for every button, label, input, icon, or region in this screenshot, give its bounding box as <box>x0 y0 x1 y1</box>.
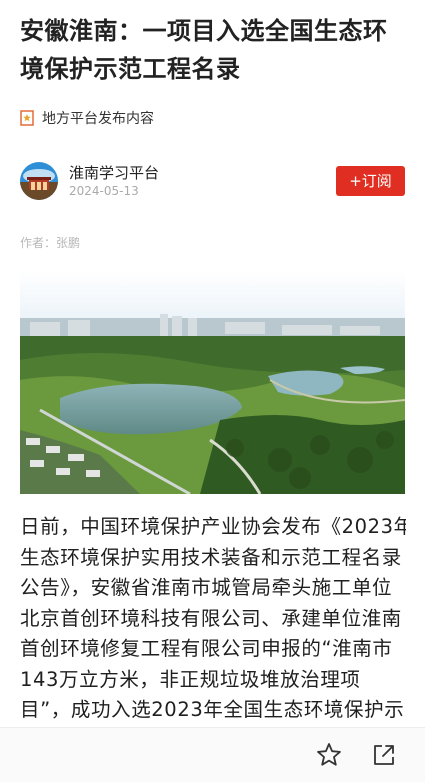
share-icon[interactable] <box>370 741 398 769</box>
article-paragraph-line: 北京首创环境科技有限公司、承建单位淮南 <box>20 606 402 630</box>
article-paragraph-line: 公告》，安徽省淮南市城管局牵头施工单位 <box>20 576 393 599</box>
star-icon[interactable] <box>315 741 343 769</box>
byline: 作者：张鹏 <box>20 236 81 250</box>
article-title: 安徽淮南：一项目入选全国生态环境保护示范工程名录 <box>20 16 388 83</box>
article-paragraph-line: 首创环境修复工程有限公司申报的“淮南市 <box>20 637 393 660</box>
landscape-image <box>20 270 405 494</box>
badge-icon <box>20 110 34 126</box>
subscribe-button[interactable]: +订阅 <box>336 166 405 196</box>
article-body: 日前，中国环境保护产业协会发布《2023年 生态环境保护实用技术装备和示范工程名… <box>20 512 406 727</box>
publisher-name[interactable]: 淮南学习平台 <box>69 162 159 183</box>
publisher-logo-image <box>20 162 58 200</box>
publish-date: 2024-05-13 <box>69 184 139 198</box>
article-paragraph-line: 日前，中国环境保护产业协会发布《2023年 <box>20 515 406 538</box>
article-photo[interactable] <box>20 270 405 494</box>
source-label: 地方平台发布内容 <box>42 111 154 127</box>
bottom-toolbar <box>0 727 425 782</box>
source-tag: 地方平台发布内容 <box>20 108 154 128</box>
article-paragraph-line: 143万立方米，非正规垃圾堆放治理项 <box>20 667 361 691</box>
article-paragraph-line: 生态环境保护实用技术装备和示范工程名录 <box>20 545 402 569</box>
article-paragraph-line: 目”，成功入选2023年全国生态环境保护示 <box>20 698 405 721</box>
avatar[interactable] <box>20 162 58 200</box>
publisher-row: 淮南学习平台 2024-05-13 +订阅 <box>20 160 405 204</box>
